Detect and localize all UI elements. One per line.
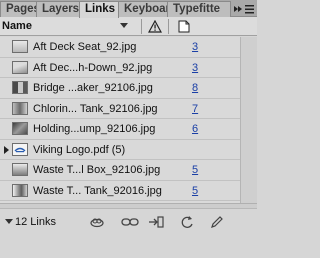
link-page-number[interactable]: 7 <box>192 103 198 115</box>
link-name: Viking Logo.pdf (5) <box>33 143 126 156</box>
link-row[interactable]: Aft Dec...h-Down_92.jpg 3 <box>0 57 240 78</box>
page-column-icon[interactable] <box>178 20 190 36</box>
link-row[interactable]: Holding...ump_92106.jpg 6 <box>0 119 240 140</box>
expand-triangle-icon[interactable] <box>4 145 9 154</box>
tab-typefitter[interactable]: Typefitte <box>167 1 231 17</box>
pdf-logo-thumbnail-icon <box>12 142 28 156</box>
panel-footer: 12 Links <box>0 203 257 258</box>
footer-divider[interactable] <box>0 204 257 209</box>
panel-tab-bar: Pages Layers Links Keyboar Typefitte <box>0 0 257 18</box>
image-thumbnail-icon <box>12 101 28 115</box>
name-column-header[interactable]: Name <box>2 20 32 32</box>
sort-descending-icon[interactable] <box>120 23 128 28</box>
image-thumbnail-icon <box>12 122 28 135</box>
vertical-scrollbar[interactable] <box>240 37 257 203</box>
tab-keyboard[interactable]: Keyboar <box>118 1 168 17</box>
panel-menu-icon <box>234 4 254 13</box>
links-list: Aft Deck Seat_92.jpg 3 Aft Dec...h-Down_… <box>0 37 240 203</box>
link-page-number[interactable]: 5 <box>192 185 198 197</box>
image-thumbnail-icon <box>12 81 28 94</box>
link-page-number[interactable]: 3 <box>192 62 198 74</box>
link-page-number[interactable]: 3 <box>192 41 198 53</box>
cloud-library-icon[interactable] <box>89 215 105 229</box>
column-divider <box>141 19 142 34</box>
link-row[interactable]: Waste T... Tank_92016.jpg 5 <box>0 180 240 201</box>
link-name: Aft Deck Seat_92.jpg <box>33 41 137 53</box>
link-count: 12 Links <box>15 216 56 228</box>
link-page-number[interactable]: 6 <box>192 123 198 135</box>
image-thumbnail-icon <box>12 163 28 176</box>
link-name: Aft Dec...h-Down_92.jpg <box>33 61 153 74</box>
image-thumbnail-icon <box>12 60 28 74</box>
link-row[interactable]: Aft Deck Seat_92.jpg 3 <box>0 37 240 58</box>
link-name: Chlorin... Tank_92106.jpg <box>33 102 158 115</box>
link-name: Bridge ...aker_92106.jpg <box>33 82 153 94</box>
link-page-number[interactable]: 5 <box>192 164 198 176</box>
panel-menu-button[interactable] <box>233 2 255 15</box>
tab-pages[interactable]: Pages <box>0 1 37 17</box>
image-thumbnail-icon <box>12 183 28 197</box>
link-row[interactable]: Waste T...l Box_92106.jpg 5 <box>0 160 240 181</box>
link-name: Waste T...l Box_92106.jpg <box>33 164 161 176</box>
column-header: Name <box>0 17 257 36</box>
tab-links[interactable]: Links <box>79 1 119 18</box>
link-group-row[interactable]: Viking Logo.pdf (5) <box>0 139 240 160</box>
link-page-number[interactable]: 8 <box>192 82 198 94</box>
status-column-warning-icon[interactable] <box>147 19 163 36</box>
edit-original-pencil-icon[interactable] <box>209 215 225 229</box>
link-name: Holding...ump_92106.jpg <box>33 123 156 135</box>
link-row[interactable]: Bridge ...aker_92106.jpg 8 <box>0 78 240 99</box>
link-row[interactable]: Chlorin... Tank_92106.jpg 7 <box>0 98 240 119</box>
image-thumbnail-icon <box>12 40 28 53</box>
column-divider <box>168 19 169 34</box>
links-panel: Pages Layers Links Keyboar Typefitte Nam… <box>0 0 257 258</box>
link-name: Waste T... Tank_92016.jpg <box>33 184 162 197</box>
relink-chain-icon[interactable] <box>121 215 139 229</box>
update-link-icon[interactable] <box>179 215 195 229</box>
tab-layers[interactable]: Layers <box>36 1 80 17</box>
link-info-toggle-icon[interactable] <box>5 219 13 224</box>
go-to-link-icon[interactable] <box>148 215 164 229</box>
